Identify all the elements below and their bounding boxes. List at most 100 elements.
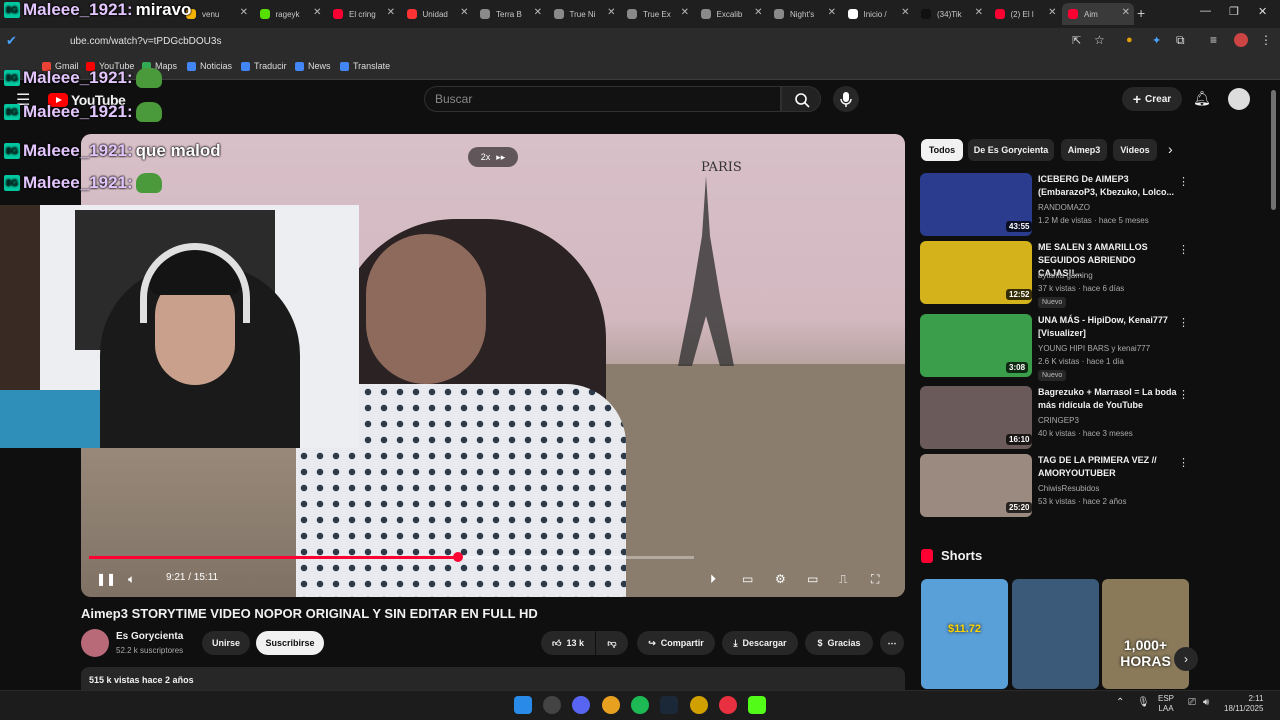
translate-extension-icon[interactable]: ✦	[1152, 34, 1161, 47]
channel-name[interactable]: CRINGEP3	[1038, 416, 1079, 425]
close-tab-icon[interactable]: ✕	[607, 7, 615, 18]
subscribe-button[interactable]: Suscribirse	[256, 631, 324, 655]
search-button[interactable]	[781, 86, 821, 112]
voice-search-button[interactable]	[833, 86, 859, 112]
short-thumbnail[interactable]: 1,000+ HORAS	[1102, 579, 1189, 689]
close-tab-icon[interactable]: ✕	[534, 7, 542, 18]
thanks-button[interactable]: $ Gracias	[805, 631, 873, 655]
pause-button[interactable]: ❚❚	[96, 572, 116, 586]
recommended-video[interactable]: 43:55 ICEBERG De AIMEP3 (EmbarazoP3, Kbez…	[920, 173, 1190, 237]
more-options-icon[interactable]: ⋮	[1178, 243, 1189, 256]
progress-scrubber[interactable]	[453, 552, 464, 562]
page-scrollbar[interactable]	[1271, 90, 1276, 210]
clock[interactable]: 2:11 18/11/2025	[1224, 694, 1263, 714]
close-tab-icon[interactable]: ✕	[240, 7, 248, 18]
shorts-next-button[interactable]: ›	[1174, 647, 1198, 671]
browser-tab[interactable]: Terra B ✕	[474, 3, 546, 25]
recommended-video[interactable]: 12:52 ME SALEN 3 AMARILLOS SEGUIDOS ABRIE…	[920, 241, 1190, 308]
channel-name[interactable]: Es Gorycienta	[116, 631, 183, 642]
app-icon[interactable]	[719, 696, 737, 714]
close-tab-icon[interactable]: ✕	[460, 7, 468, 18]
browser-tab[interactable]: Aim ✕	[1062, 3, 1134, 25]
channel-name[interactable]: ChiwisResubidos	[1038, 484, 1099, 493]
theater-mode-icon[interactable]: ▭	[807, 572, 818, 586]
recommended-video[interactable]: 25:20 TAG DE LA PRIMERA VEZ // AMORYOUTUB…	[920, 454, 1190, 518]
cast-icon[interactable]: ⎍	[839, 572, 847, 587]
spotify-icon[interactable]	[631, 696, 649, 714]
like-button[interactable]: 👍︎ 13 k	[541, 631, 595, 655]
browser-tab[interactable]: (2) El l ✕	[989, 3, 1061, 25]
channel-name[interactable]: RANDOMAZO	[1038, 203, 1090, 212]
account-avatar[interactable]	[1228, 88, 1250, 110]
settings-gear-icon[interactable]: ⚙	[775, 572, 786, 586]
channel-name[interactable]: YOUNG HIPI BARS y kenai777	[1038, 344, 1150, 353]
dislike-button[interactable]: 👎︎	[596, 631, 628, 655]
close-tab-icon[interactable]: ✕	[754, 7, 762, 18]
network-icon[interactable]: ⎚	[1188, 697, 1196, 708]
close-window-button[interactable]: ✕	[1258, 5, 1267, 18]
browser-tab[interactable]: (34)Tik ✕	[915, 3, 987, 25]
install-app-icon[interactable]: ⇱	[1072, 34, 1081, 47]
more-actions-button[interactable]: ⋯	[880, 631, 904, 655]
extensions-puzzle-icon[interactable]: ⧉	[1176, 33, 1185, 48]
close-tab-icon[interactable]: ✕	[681, 7, 689, 18]
microphone-tray-icon[interactable]: 🎙︎	[1137, 697, 1150, 708]
volume-tray-icon[interactable]: 🔊︎	[1203, 697, 1209, 708]
url-field[interactable]: ube.com/watch?v=tPDGcbDOU3s	[70, 32, 1070, 52]
chip-channel[interactable]: De Es Gorycienta	[968, 139, 1054, 161]
short-thumbnail[interactable]	[1011, 579, 1099, 689]
download-button[interactable]: ⤓ Descargar	[722, 631, 798, 655]
more-options-icon[interactable]: ⋮	[1178, 388, 1189, 401]
browser-tab[interactable]: True Ex ✕	[621, 3, 693, 25]
close-tab-icon[interactable]: ✕	[313, 7, 321, 18]
new-tab-button[interactable]: +	[1137, 5, 1145, 21]
reading-list-icon[interactable]: ≡	[1210, 33, 1217, 47]
video-title[interactable]: UNA MÁS - HipiDow, Kenai777 [Visualizer]	[1038, 314, 1178, 340]
browser-tab[interactable]: Inicio / ✕	[842, 3, 914, 25]
notifications-bell-icon[interactable]: 🔔︎	[1193, 90, 1211, 107]
share-button[interactable]: ↪ Compartir	[637, 631, 715, 655]
video-title[interactable]: ICEBERG De AIMEP3 (EmbarazoP3, Kbezuko, …	[1038, 173, 1178, 199]
close-tab-icon[interactable]: ✕	[1122, 7, 1130, 18]
discord-icon[interactable]	[572, 696, 590, 714]
close-tab-icon[interactable]: ✕	[975, 7, 983, 18]
channel-avatar[interactable]	[81, 629, 109, 657]
keyboard-language[interactable]: ESP LAA	[1158, 694, 1174, 714]
browser-tab[interactable]: El cring ✕	[327, 3, 399, 25]
more-options-icon[interactable]: ⋮	[1178, 175, 1189, 188]
create-button[interactable]: + Crear	[1122, 87, 1182, 111]
volume-icon[interactable]: 🔈︎	[128, 572, 135, 587]
chip-aimep3[interactable]: Aimep3	[1061, 139, 1107, 161]
close-tab-icon[interactable]: ✕	[1048, 7, 1056, 18]
subtitles-icon[interactable]: ▭	[742, 572, 753, 586]
browser-tab[interactable]: Night's ✕	[768, 3, 840, 25]
browser-tab[interactable]: Excalib ✕	[695, 3, 767, 25]
browser-tab[interactable]: rageyk ✕	[254, 3, 326, 25]
browser-menu-icon[interactable]: ⋮	[1260, 33, 1272, 47]
start-button-icon[interactable]	[514, 696, 532, 714]
chips-next-icon[interactable]: ›	[1168, 141, 1173, 157]
video-title[interactable]: Bagrezuko + Marrasol = La boda más ridíc…	[1038, 386, 1178, 412]
video-title[interactable]: TAG DE LA PRIMERA VEZ // AMORYOUTUBER	[1038, 454, 1178, 480]
bookmark-translate[interactable]: Translate	[340, 61, 390, 71]
kick-icon[interactable]	[748, 696, 766, 714]
bookmark-traducir[interactable]: Traducir	[241, 61, 287, 71]
game-app-icon[interactable]	[690, 696, 708, 714]
close-tab-icon[interactable]: ✕	[901, 7, 909, 18]
search-input[interactable]: Buscar	[424, 86, 781, 112]
chip-all[interactable]: Todos	[921, 139, 963, 161]
short-thumbnail[interactable]: $11.72	[921, 579, 1008, 689]
app-icon[interactable]	[543, 696, 561, 714]
minimize-button[interactable]: —	[1200, 5, 1211, 17]
chrome-icon[interactable]	[602, 696, 620, 714]
more-options-icon[interactable]: ⋮	[1178, 456, 1189, 469]
maximize-button[interactable]: ❐	[1229, 5, 1239, 18]
chip-videos[interactable]: Videos	[1113, 139, 1157, 161]
fullscreen-icon[interactable]: ⛶	[871, 572, 879, 587]
browser-tab[interactable]: Unidad ✕	[401, 3, 473, 25]
recommended-video[interactable]: 16:10 Bagrezuko + Marrasol = La boda más …	[920, 386, 1190, 450]
join-button[interactable]: Unirse	[202, 631, 250, 655]
extension-icon[interactable]: ✔	[6, 33, 17, 49]
bookmark-star-icon[interactable]: ☆	[1094, 33, 1105, 47]
tray-overflow-icon[interactable]: ⌃	[1116, 697, 1124, 708]
